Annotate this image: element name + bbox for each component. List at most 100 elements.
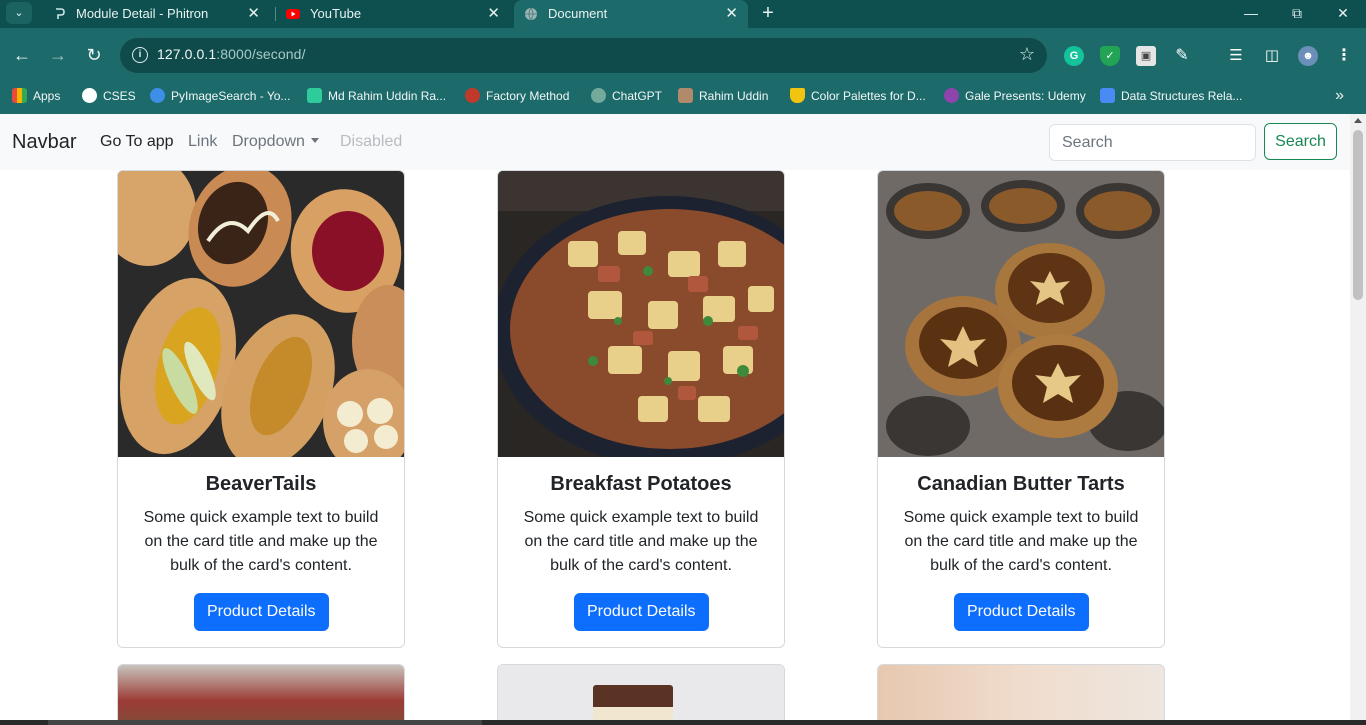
- bookmark-label: Factory Method: [486, 89, 570, 103]
- close-icon[interactable]: ✕: [725, 0, 738, 27]
- close-icon[interactable]: ✕: [487, 0, 500, 27]
- nav-link-go-to-app[interactable]: Go To app: [100, 133, 174, 151]
- tab-title: YouTube: [310, 6, 362, 21]
- bookmark-item[interactable]: CSES: [82, 86, 136, 106]
- product-card: [117, 664, 405, 720]
- taskbar-segment: [48, 720, 482, 725]
- bookmark-label: CSES: [103, 89, 136, 103]
- card-title: Canadian Butter Tarts: [917, 473, 1125, 495]
- search-input[interactable]: [1049, 124, 1256, 161]
- scrollbar-thumb[interactable]: [1353, 130, 1363, 300]
- globe-icon: [525, 7, 537, 21]
- chatgpt-icon: [591, 88, 606, 103]
- url-path: :8000/second/: [216, 46, 306, 62]
- address-bar[interactable]: i 127.0.0.1:8000/second/ ☆: [120, 38, 1047, 73]
- close-icon[interactable]: ✕: [247, 0, 260, 27]
- bookmark-label: ChatGPT: [612, 89, 663, 103]
- apps-grid-icon: [12, 88, 27, 103]
- bookmark-item[interactable]: PyImageSearch - Yo...: [150, 86, 290, 106]
- product-photo: [118, 665, 404, 720]
- nav-dropdown[interactable]: Dropdown: [232, 133, 319, 151]
- bookmark-item[interactable]: Data Structures Rela...: [1100, 86, 1242, 106]
- bookmarks-bar: Apps CSES PyImageSearch - Yo... Md Rahim…: [0, 80, 1366, 114]
- card-text: Some quick example text to build on the …: [903, 509, 1139, 574]
- taskbar-edge: [0, 720, 1366, 725]
- refactoring-icon: [465, 88, 480, 103]
- pyimagesearch-icon: [150, 88, 165, 103]
- forward-arrow-icon[interactable]: →: [45, 42, 71, 68]
- butter-tarts-photo: [878, 171, 1164, 457]
- url-host: 127.0.0.1: [157, 46, 217, 62]
- grammarly-icon[interactable]: G: [1064, 46, 1084, 66]
- browser-toolbar: ← → ↻ i 127.0.0.1:8000/second/ ☆ G ✓ ▣ ✎…: [0, 28, 1366, 84]
- bookmark-item[interactable]: Md Rahim Uddin Ra...: [307, 86, 446, 106]
- extensions-puzzle-icon[interactable]: ✎: [1172, 46, 1192, 66]
- restore-icon[interactable]: ⧉: [1274, 0, 1320, 28]
- reading-list-icon[interactable]: ☰: [1226, 46, 1246, 66]
- new-tab-plus-icon[interactable]: +: [758, 0, 778, 28]
- side-panel-icon[interactable]: ◫: [1262, 46, 1282, 66]
- product-photo: [498, 665, 784, 720]
- profile-photo-icon: [678, 88, 693, 103]
- product-card: Canadian Butter Tarts Some quick example…: [877, 170, 1165, 648]
- extension-app-icon[interactable]: ▣: [1136, 46, 1156, 66]
- product-card: BeaverTails Some quick example text to b…: [117, 170, 405, 648]
- bookmark-label: Gale Presents: Udemy: [965, 89, 1086, 103]
- bookmark-item[interactable]: Gale Presents: Udemy: [944, 86, 1086, 106]
- palette-icon: [790, 88, 805, 103]
- nav-link-disabled: Disabled: [340, 133, 403, 150]
- search-button[interactable]: Search: [1264, 123, 1337, 160]
- bookmark-item[interactable]: Rahim Uddin: [678, 86, 768, 106]
- product-card: [877, 664, 1165, 720]
- browser-tab-strip: ⌄ Module Detail - Phitron ✕ YouTube ✕ Do…: [0, 0, 1366, 28]
- product-details-button[interactable]: Product Details: [194, 593, 329, 631]
- nav-link-link[interactable]: Link: [188, 133, 217, 151]
- breakfast-potatoes-photo: [498, 171, 784, 457]
- card-title: Breakfast Potatoes: [550, 473, 732, 495]
- product-card: Breakfast Potatoes Some quick example te…: [497, 170, 785, 648]
- bookmark-label: Apps: [33, 89, 61, 103]
- bookmark-star-icon[interactable]: ☆: [1019, 44, 1035, 65]
- phitron-icon: [56, 8, 65, 19]
- udemy-icon: [944, 88, 959, 103]
- bookmark-label: Data Structures Rela...: [1121, 89, 1243, 103]
- youtube-icon: [286, 9, 300, 19]
- url-text[interactable]: 127.0.0.1:8000/second/: [157, 46, 306, 62]
- site-info-icon[interactable]: i: [132, 47, 148, 63]
- caret-down-icon: [310, 138, 319, 143]
- scroll-up-arrow-icon[interactable]: [1354, 118, 1362, 123]
- nav-dropdown-label: Dropdown: [232, 133, 305, 150]
- card-text: Some quick example text to build on the …: [523, 509, 759, 574]
- product-details-button[interactable]: Product Details: [954, 593, 1089, 631]
- profile-avatar-icon[interactable]: ☻: [1298, 46, 1318, 66]
- more-bookmarks-chevron-icon[interactable]: »: [1335, 87, 1344, 105]
- shield-extension-icon[interactable]: ✓: [1100, 46, 1120, 66]
- page-viewport: Navbar Go To app Link Dropdown Disabled …: [0, 114, 1350, 720]
- minimize-icon[interactable]: —: [1228, 0, 1274, 28]
- site-navbar: Navbar Go To app Link Dropdown Disabled …: [0, 114, 1350, 170]
- reload-icon[interactable]: ↻: [81, 42, 107, 68]
- bookmark-label: Md Rahim Uddin Ra...: [328, 89, 447, 103]
- menu-kebab-icon[interactable]: ⋮: [1334, 46, 1354, 66]
- card-title: BeaverTails: [205, 473, 317, 495]
- bookmark-label: Rahim Uddin: [699, 89, 769, 103]
- bookmark-item[interactable]: Apps: [12, 86, 60, 106]
- bookmark-item[interactable]: ChatGPT: [591, 86, 662, 106]
- tab-module-detail[interactable]: Module Detail - Phitron ✕: [42, 0, 270, 28]
- product-details-button[interactable]: Product Details: [574, 593, 709, 631]
- window-close-icon[interactable]: ✕: [1320, 0, 1366, 28]
- tab-search-chevron-icon[interactable]: ⌄: [6, 2, 32, 24]
- cses-icon: [82, 88, 97, 103]
- tab-youtube[interactable]: YouTube ✕: [276, 0, 510, 28]
- tab-title: Document: [548, 6, 608, 21]
- tab-title: Module Detail - Phitron: [76, 6, 209, 21]
- back-arrow-icon[interactable]: ←: [9, 42, 35, 68]
- bookmark-label: Color Palettes for D...: [811, 89, 926, 103]
- bookmark-label: PyImageSearch - Yo...: [171, 89, 291, 103]
- vertical-scrollbar[interactable]: [1350, 114, 1366, 720]
- bookmark-item[interactable]: Color Palettes for D...: [790, 86, 926, 106]
- docs-icon: [1100, 88, 1115, 103]
- navbar-brand[interactable]: Navbar: [12, 131, 76, 154]
- bookmark-item[interactable]: Factory Method: [465, 86, 569, 106]
- tab-document[interactable]: Document ✕: [514, 0, 748, 28]
